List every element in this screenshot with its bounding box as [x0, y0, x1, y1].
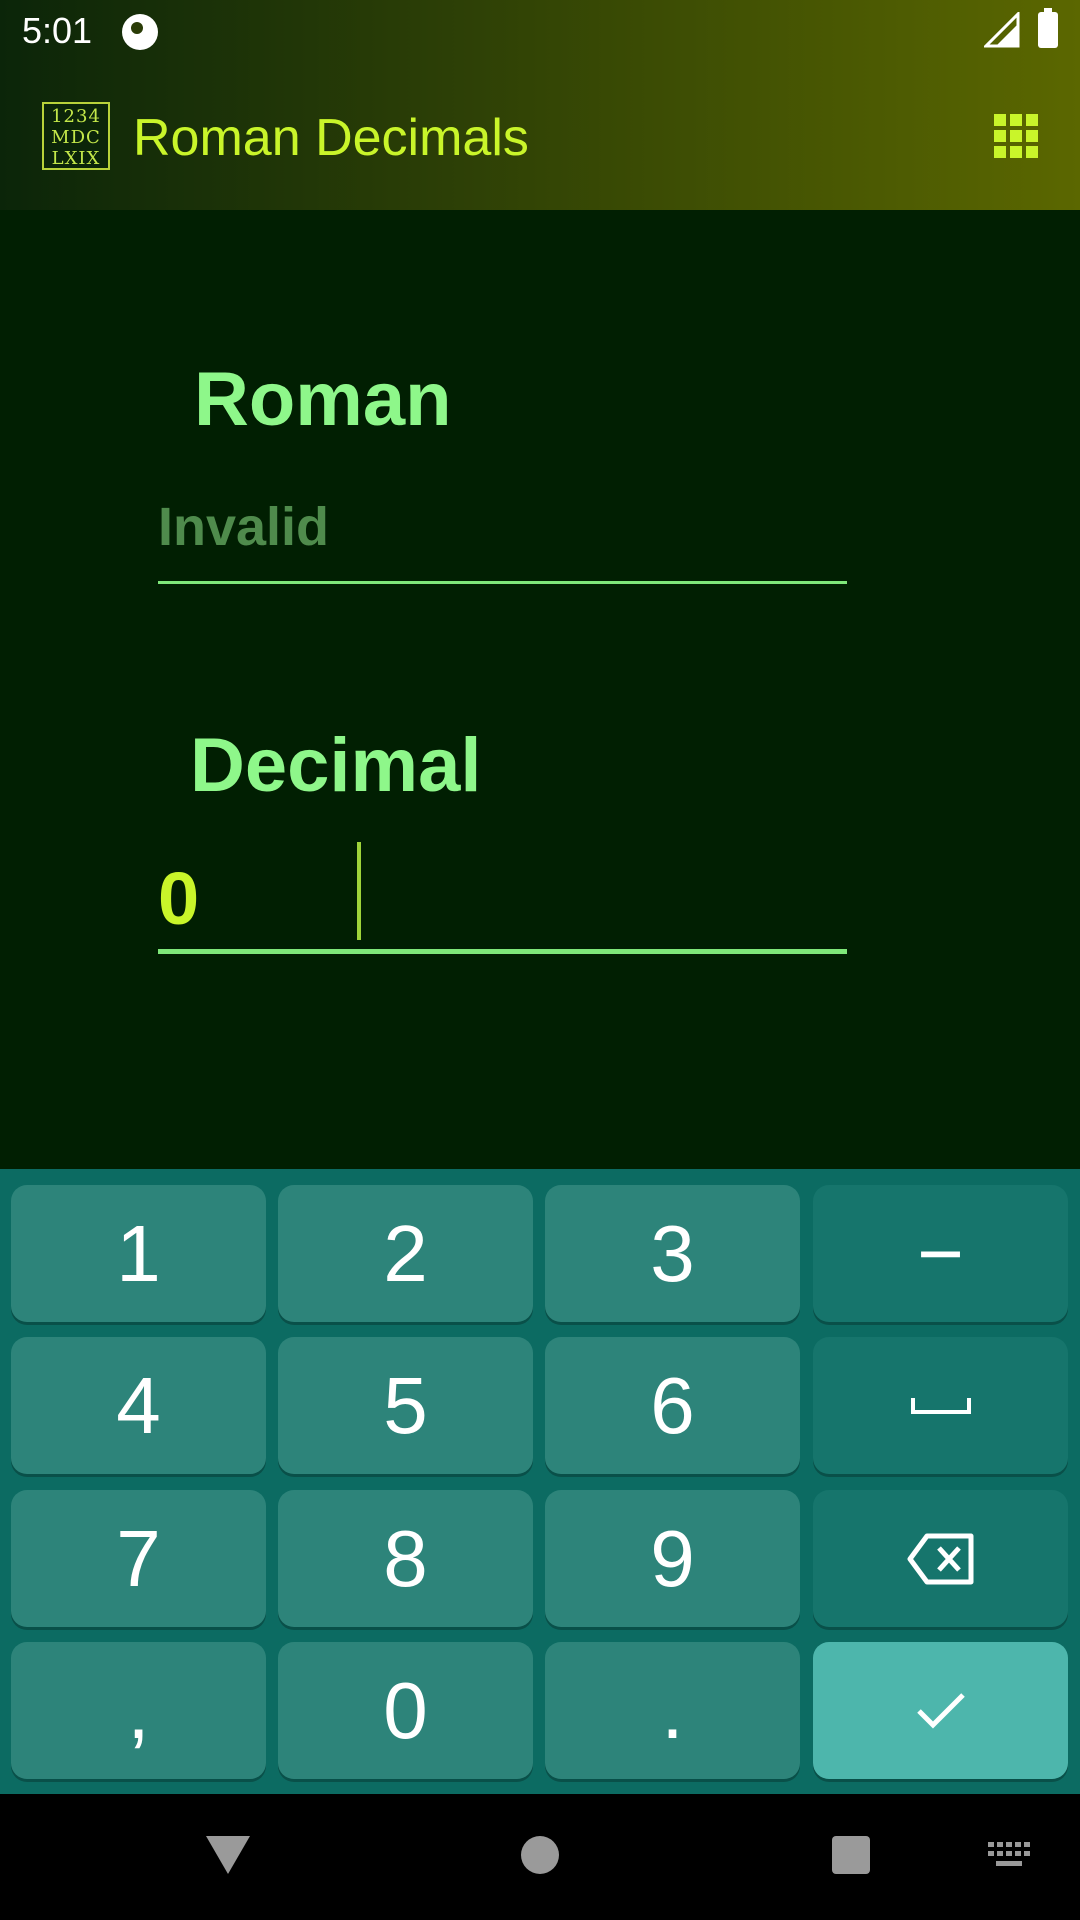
key-enter[interactable]: [813, 1642, 1068, 1779]
grid-menu-icon[interactable]: [994, 114, 1038, 158]
roman-input-placeholder: Invalid: [158, 497, 330, 557]
app-logo-icon: 1234 MDC LXIX: [42, 102, 110, 170]
logo-line-2: MDC: [51, 127, 101, 148]
key-backspace[interactable]: [813, 1490, 1068, 1627]
numeric-keyboard: 1 2 3 − 4 5 6 7 8 9 , 0 .: [0, 1169, 1080, 1794]
key-comma[interactable]: ,: [11, 1642, 266, 1779]
check-icon: [916, 1692, 965, 1729]
roman-label: Roman: [194, 357, 452, 442]
decimal-label: Decimal: [190, 723, 482, 808]
signal-icon: [984, 12, 1020, 48]
key-2[interactable]: 2: [278, 1185, 533, 1322]
key-minus[interactable]: −: [813, 1185, 1068, 1322]
app-title: Roman Decimals: [133, 109, 529, 167]
key-1[interactable]: 1: [11, 1185, 266, 1322]
key-4[interactable]: 4: [11, 1337, 266, 1474]
navigation-bar: [0, 1794, 1080, 1920]
back-icon[interactable]: [206, 1836, 250, 1874]
recent-apps-icon[interactable]: [832, 1836, 870, 1874]
text-caret: [357, 842, 361, 940]
battery-icon: [1038, 8, 1058, 48]
key-space[interactable]: [813, 1337, 1068, 1474]
key-3[interactable]: 3: [545, 1185, 800, 1322]
key-6[interactable]: 6: [545, 1337, 800, 1474]
key-7[interactable]: 7: [11, 1490, 266, 1627]
space-icon: [910, 1397, 971, 1414]
key-8[interactable]: 8: [278, 1490, 533, 1627]
screen: 5:01 1234 MDC LXIX Roman Decimals Roman: [0, 0, 1080, 1920]
logo-line-1: 1234: [51, 106, 101, 127]
key-9[interactable]: 9: [545, 1490, 800, 1627]
keyboard-switch-icon[interactable]: [988, 1842, 1030, 1870]
roman-input[interactable]: Invalid: [158, 480, 847, 584]
decimal-input[interactable]: 0: [158, 832, 847, 954]
key-5[interactable]: 5: [278, 1337, 533, 1474]
notification-icon: [122, 14, 158, 50]
home-icon[interactable]: [521, 1836, 559, 1874]
key-period[interactable]: .: [545, 1642, 800, 1779]
decimal-input-value: 0: [158, 857, 200, 940]
backspace-icon: [907, 1533, 973, 1584]
key-0[interactable]: 0: [278, 1642, 533, 1779]
status-bar: 5:01: [0, 0, 1080, 64]
app-bar: 1234 MDC LXIX Roman Decimals: [0, 64, 1080, 210]
status-time: 5:01: [22, 10, 93, 51]
top-bar: 5:01 1234 MDC LXIX Roman Decimals: [0, 0, 1080, 210]
logo-line-3: LXIX: [51, 148, 101, 169]
